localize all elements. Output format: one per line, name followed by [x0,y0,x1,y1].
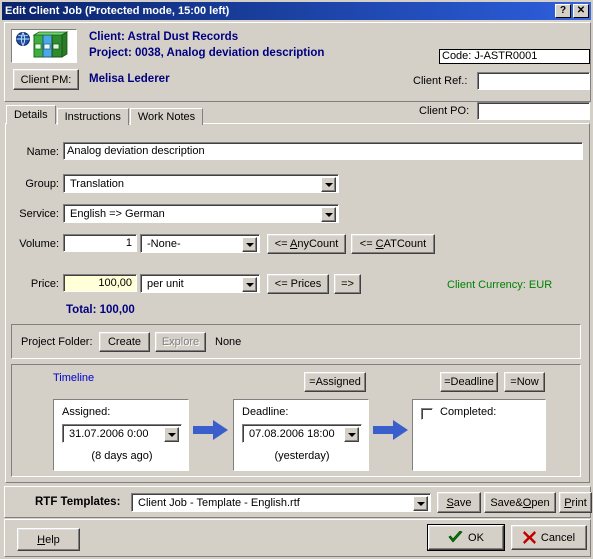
client-po-label: Client PO: [419,105,470,117]
anycount-button[interactable]: <= AnyCount [267,234,346,254]
assigned-date-value: 31.07.2006 0:00 [69,428,149,440]
project-line: Project: 0038, Analog deviation descript… [89,47,325,59]
project-folder-label: Project Folder: [21,336,93,348]
project-folder-group: Project Folder: Create Explore None [11,324,581,359]
chevron-down-icon[interactable] [413,496,428,511]
save-open-button[interactable]: Save&Open [484,492,556,513]
set-deadline-button[interactable]: =Deadline [440,372,498,392]
tab-strip: Details Instructions Work Notes [6,105,204,125]
chevron-down-icon[interactable] [242,277,257,292]
catcount-button[interactable]: <= CATCount [351,234,435,254]
volume-unit-value: -None- [147,238,181,250]
rtf-templates-label: RTF Templates: [35,496,121,508]
window-title: Edit Client Job (Protected mode, 15:00 l… [5,5,230,17]
price-label: Price: [30,278,59,290]
cancel-button[interactable]: Cancel [511,525,587,550]
chevron-down-icon[interactable] [242,237,257,252]
assigned-date-picker[interactable]: 31.07.2006 0:00 [62,424,182,443]
close-icon[interactable]: ✕ [573,4,589,18]
client-po-input[interactable] [477,102,590,120]
prices-button[interactable]: <= Prices [267,274,329,294]
group-combobox[interactable]: Translation [63,174,339,193]
chevron-down-icon[interactable] [321,177,336,192]
deadline-note: (yesterday) [274,450,330,462]
chevron-down-icon[interactable] [164,427,179,442]
help-label: Help [37,533,60,546]
x-icon [522,531,536,544]
anycount-label: <= AnyCount [274,238,339,250]
client-pm-button[interactable]: Client PM: [13,69,79,90]
tab-work-notes[interactable]: Work Notes [129,108,204,125]
client-currency-label: Client Currency: EUR [447,279,553,291]
rtf-template-combobox[interactable]: Client Job - Template - English.rtf [131,493,431,512]
rtf-templates-bar: RTF Templates: Client Job - Template - E… [4,486,592,518]
set-now-button[interactable]: =Now [504,372,545,392]
tab-details[interactable]: Details [6,105,56,124]
footer-bar: Help OK Cancel [4,519,591,557]
help-button[interactable]: Help [17,528,80,551]
edit-client-job-window: Edit Client Job (Protected mode, 15:00 l… [0,0,593,559]
timeline-title: Timeline [53,372,95,384]
group-label: Group: [25,178,59,190]
service-value: English => German [70,208,165,220]
name-label: Name: [26,146,59,158]
deadline-date-picker[interactable]: 07.08.2006 18:00 [242,424,362,443]
volume-input[interactable]: 1 [63,234,137,252]
client-pm-name: Melisa Lederer [89,73,170,85]
catcount-label: <= CATCount [359,238,427,250]
print-button[interactable]: Print [559,492,592,513]
completed-card: Completed: [412,399,546,471]
price-unit-combobox[interactable]: per unit [140,274,260,293]
check-icon [448,531,463,543]
completed-checkbox[interactable] [421,408,433,420]
client-ref-input[interactable] [477,72,590,90]
create-folder-button[interactable]: Create [99,332,150,352]
project-folder-status: None [215,336,242,348]
volume-unit-combobox[interactable]: -None- [140,234,260,253]
volume-label: Volume: [19,238,59,250]
price-input[interactable]: 100,00 [63,274,137,292]
set-assigned-button[interactable]: =Assigned [304,372,366,392]
total-label: Total: 100,00 [66,304,135,316]
print-label: Print [564,496,587,509]
assigned-note: (8 days ago) [91,450,153,462]
service-combobox[interactable]: English => German [63,204,339,223]
group-value: Translation [70,178,125,190]
name-input[interactable]: Analog deviation description [63,142,583,160]
cancel-label: Cancel [540,531,576,544]
price-unit-value: per unit [147,278,184,290]
save-button[interactable]: Save [437,492,481,513]
save-label: Save [446,496,472,509]
ok-button[interactable]: OK [428,525,504,550]
arrow-right-icon-1 [193,419,229,441]
chevron-down-icon[interactable] [321,207,336,222]
chevron-down-icon[interactable] [344,427,359,442]
tab-instructions[interactable]: Instructions [56,108,129,125]
price-arrow-button[interactable]: => [334,274,361,294]
save-open-label: Save&Open [490,496,550,509]
arrow-right-icon-2 [373,419,409,441]
rtf-template-value: Client Job - Template - English.rtf [138,497,300,509]
job-icon [11,29,77,63]
client-ref-label: Client Ref.: [413,75,468,87]
job-code-value: Code: J-ASTR0001 [439,49,590,64]
assigned-card: Assigned: 31.07.2006 0:00 (8 days ago) [53,399,189,471]
globe-folders-icon [16,31,69,58]
deadline-date-value: 07.08.2006 18:00 [249,428,335,440]
assigned-label: Assigned: [62,406,111,418]
client-line: Client: Astral Dust Records [89,31,239,43]
service-label: Service: [19,208,59,220]
deadline-label: Deadline: [242,406,289,418]
help-titlebar-button[interactable]: ? [555,4,571,18]
header-panel: Client: Astral Dust Records Project: 003… [4,22,591,120]
completed-label: Completed: [440,406,497,418]
explore-folder-button: Explore [155,332,206,352]
deadline-card: Deadline: 07.08.2006 18:00 (yesterday) [233,399,369,471]
title-bar: Edit Client Job (Protected mode, 15:00 l… [2,2,591,20]
ok-label: OK [468,531,484,544]
